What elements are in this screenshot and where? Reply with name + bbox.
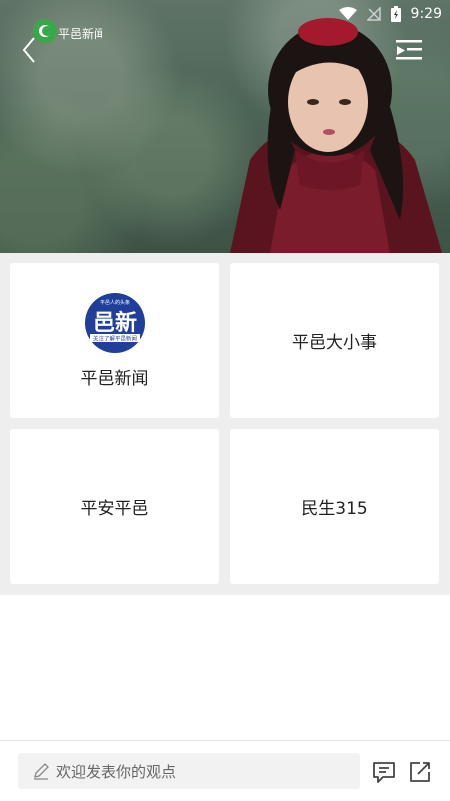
channel-logo-text: 平邑新闻: [58, 26, 102, 41]
logo-tagline: 平邑人的头条: [99, 299, 129, 306]
logo-text: 邑新: [92, 310, 136, 336]
comment-list-icon[interactable]: [371, 759, 397, 785]
card-pingan-pingyi[interactable]: 平安平邑: [10, 429, 219, 584]
playlist-icon[interactable]: [394, 38, 424, 62]
bottom-comment-bar: 欢迎发表你的观点: [0, 740, 450, 801]
category-grid: 平邑人的头条 邑新 关注了解平邑新闻 平邑新闻 平邑大小事 平安平邑 民生315: [0, 253, 450, 595]
card-pingyi-daxiaoshi[interactable]: 平邑大小事: [230, 263, 439, 418]
card-pingyi-news[interactable]: 平邑人的头条 邑新 关注了解平邑新闻 平邑新闻: [10, 263, 219, 418]
battery-icon: [390, 6, 401, 22]
comment-input[interactable]: 欢迎发表你的观点: [18, 753, 360, 789]
back-arrow-icon[interactable]: [18, 34, 42, 66]
channel-logo: 平邑新闻: [33, 19, 102, 43]
comment-placeholder: 欢迎发表你的观点: [56, 762, 177, 781]
card-label: 平安平邑: [80, 499, 149, 519]
card-label: 平邑新闻: [80, 369, 149, 389]
pingyi-news-logo: 平邑人的头条 邑新 关注了解平邑新闻: [84, 293, 145, 353]
share-icon[interactable]: [407, 759, 433, 785]
card-label: 民生315: [301, 499, 368, 519]
video-player[interactable]: 平邑新闻 9:29: [0, 0, 450, 253]
card-minsheng-315[interactable]: 民生315: [230, 429, 439, 584]
status-bar: 9:29: [338, 4, 442, 24]
no-signal-icon: [366, 7, 381, 21]
pencil-icon: [34, 763, 49, 780]
status-time: 9:29: [410, 6, 442, 22]
logo-subtitle: 关注了解平邑新闻: [92, 335, 136, 343]
wifi-icon: [338, 7, 357, 20]
card-label: 平邑大小事: [292, 333, 377, 353]
